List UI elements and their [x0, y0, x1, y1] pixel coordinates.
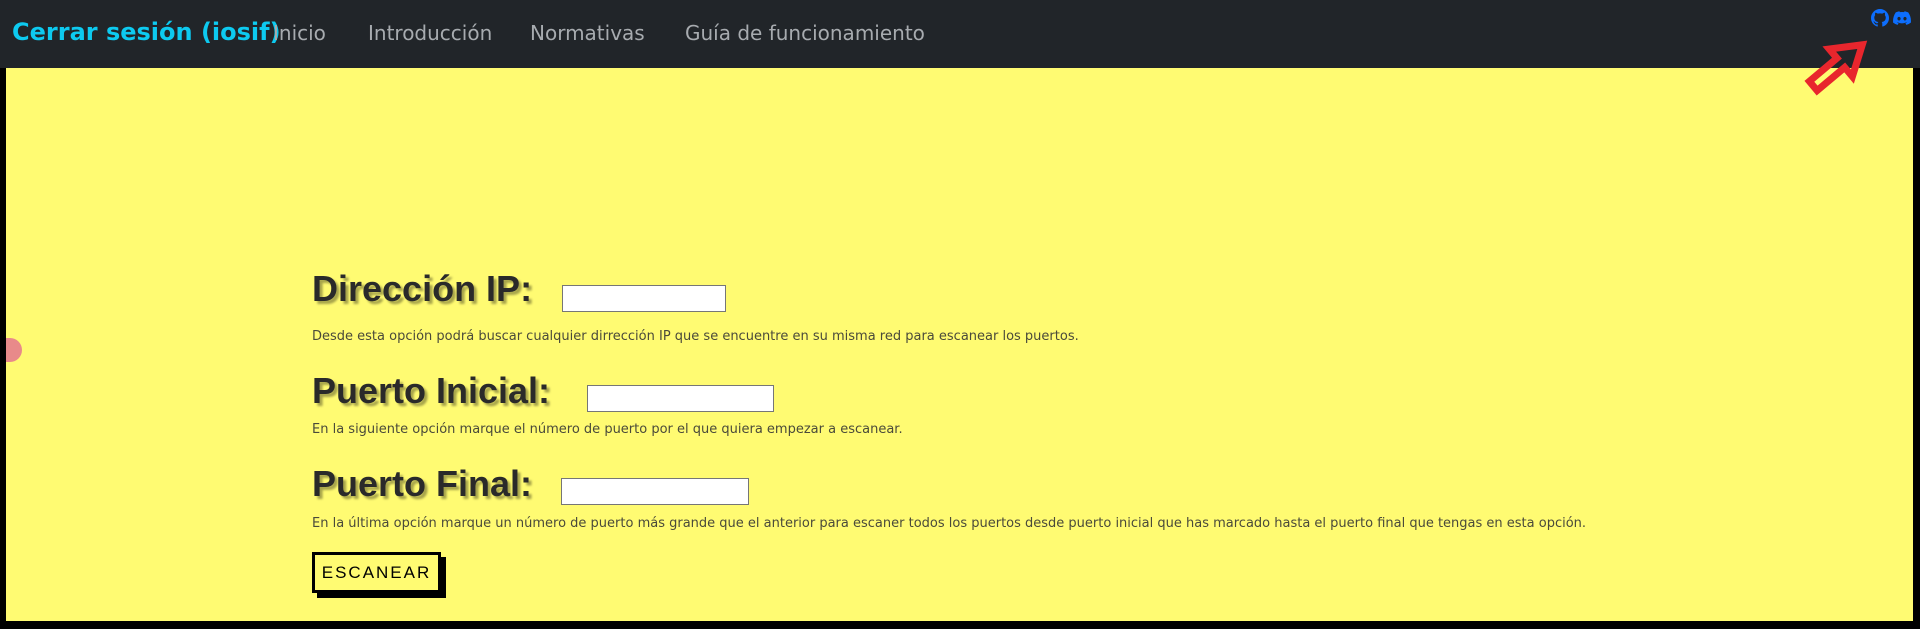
start-port-input[interactable]: [587, 385, 774, 412]
port-scanner-panel: [6, 68, 1913, 621]
ip-description: Desde esta opción podrá buscar cualquier…: [312, 329, 1079, 344]
github-icon[interactable]: [1871, 9, 1889, 27]
red-arrow-annotation-icon: [1804, 40, 1868, 96]
ip-label: Dirección IP:: [312, 268, 533, 309]
ip-input[interactable]: [562, 285, 726, 312]
nav-link-introduccion[interactable]: Introducción: [368, 21, 492, 45]
side-tab-handle: [6, 338, 22, 362]
start-port-label: Puerto Inicial:: [312, 370, 551, 411]
nav-link-inicio[interactable]: Inicio: [273, 21, 326, 45]
scan-button[interactable]: ESCANEAR: [312, 552, 441, 593]
end-port-input[interactable]: [561, 478, 749, 505]
end-port-label: Puerto Final:: [312, 463, 533, 504]
start-port-description: En la siguiente opción marque el número …: [312, 422, 903, 437]
top-navbar: Cerrar sesión (iosif) Inicio Introducció…: [0, 0, 1920, 68]
logout-brand-link[interactable]: Cerrar sesión (iosif): [12, 18, 281, 46]
nav-link-guia[interactable]: Guía de funcionamiento: [685, 21, 925, 45]
end-port-description: En la última opción marque un número de …: [312, 516, 1587, 531]
nav-link-normativas[interactable]: Normativas: [530, 21, 645, 45]
discord-icon[interactable]: [1893, 9, 1911, 27]
